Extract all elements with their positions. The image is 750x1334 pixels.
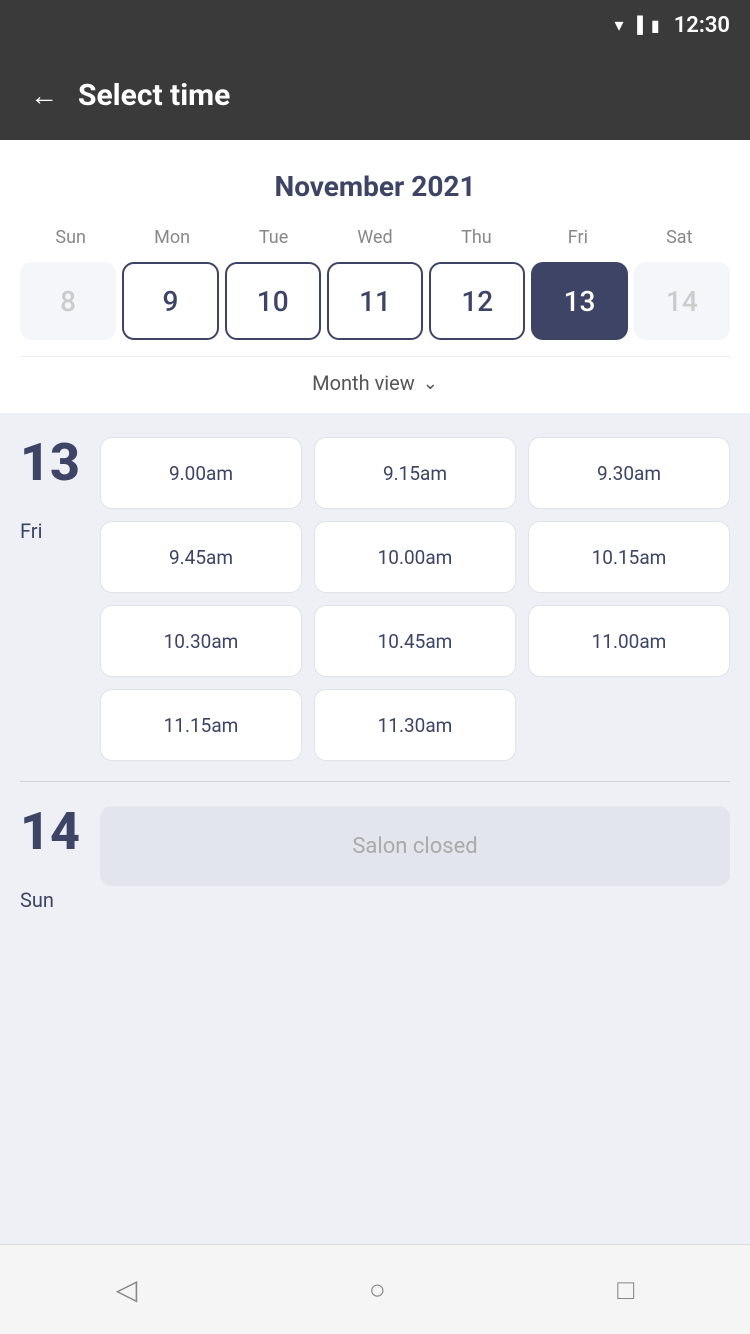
recent-nav-button[interactable]: □ bbox=[617, 1273, 634, 1306]
day-block-14: 14 Sun Salon closed bbox=[20, 782, 730, 932]
date-cell-8: 8 bbox=[20, 262, 116, 340]
calendar-section: November 2021 SunMonTueWedThuFriSat 8910… bbox=[0, 140, 750, 413]
dow-cell: Sat bbox=[629, 223, 730, 252]
month-title: November 2021 bbox=[20, 160, 730, 223]
time-slot[interactable]: 9.45am bbox=[100, 521, 302, 593]
time-slot[interactable]: 11.30am bbox=[314, 689, 516, 761]
day-content-14: 14 Sun Salon closed bbox=[20, 806, 730, 912]
time-slot[interactable]: 10.15am bbox=[528, 521, 730, 593]
app-header: ← Select time bbox=[0, 50, 750, 140]
date-cell-12[interactable]: 12 bbox=[429, 262, 525, 340]
wifi-icon: ▾ bbox=[615, 15, 624, 36]
time-slot[interactable]: 10.00am bbox=[314, 521, 516, 593]
back-nav-button[interactable]: ◁ bbox=[116, 1273, 138, 1306]
days-of-week-row: SunMonTueWedThuFriSat bbox=[20, 223, 730, 252]
time-section: 13 Fri 9.00am9.15am9.30am9.45am10.00am10… bbox=[0, 413, 750, 1244]
time-slot[interactable]: 10.30am bbox=[100, 605, 302, 677]
time-slot[interactable]: 9.15am bbox=[314, 437, 516, 509]
back-button[interactable]: ← bbox=[30, 79, 58, 112]
date-cell-9[interactable]: 9 bbox=[122, 262, 218, 340]
dow-cell: Thu bbox=[426, 223, 527, 252]
day-label-14: 14 Sun bbox=[20, 806, 80, 912]
dow-cell: Fri bbox=[527, 223, 628, 252]
bottom-nav: ◁ ○ □ bbox=[0, 1244, 750, 1334]
time-grid-13: 9.00am9.15am9.30am9.45am10.00am10.15am10… bbox=[100, 437, 730, 761]
month-view-toggle[interactable]: Month view ⌄ bbox=[20, 356, 730, 413]
month-view-label: Month view bbox=[312, 371, 415, 395]
battery-icon: ▮ bbox=[651, 16, 660, 35]
salon-closed-message: Salon closed bbox=[100, 806, 730, 886]
dow-cell: Tue bbox=[223, 223, 324, 252]
dow-cell: Wed bbox=[324, 223, 425, 252]
signal-icon: ▐ bbox=[632, 15, 643, 35]
day-number-14: 14 bbox=[20, 806, 80, 858]
date-cell-11[interactable]: 11 bbox=[327, 262, 423, 340]
day-number-13: 13 bbox=[20, 437, 80, 489]
home-nav-button[interactable]: ○ bbox=[369, 1273, 386, 1306]
time-slot[interactable]: 11.00am bbox=[528, 605, 730, 677]
chevron-down-icon: ⌄ bbox=[423, 373, 438, 394]
time-slot[interactable]: 9.30am bbox=[528, 437, 730, 509]
dow-cell: Sun bbox=[20, 223, 121, 252]
day-name-fri: Fri bbox=[20, 519, 42, 543]
time-slot[interactable]: 11.15am bbox=[100, 689, 302, 761]
date-cell-13[interactable]: 13 bbox=[531, 262, 627, 340]
day-content-13: 13 Fri 9.00am9.15am9.30am9.45am10.00am10… bbox=[20, 437, 730, 761]
dow-cell: Mon bbox=[121, 223, 222, 252]
page-title: Select time bbox=[78, 78, 230, 113]
time-slot[interactable]: 10.45am bbox=[314, 605, 516, 677]
status-bar: ▾ ▐ ▮ 12:30 bbox=[0, 0, 750, 50]
status-time: 12:30 bbox=[674, 13, 730, 38]
day-name-sun: Sun bbox=[20, 888, 54, 912]
date-cell-14: 14 bbox=[634, 262, 730, 340]
day-block-13: 13 Fri 9.00am9.15am9.30am9.45am10.00am10… bbox=[20, 413, 730, 781]
date-row: 891011121314 bbox=[20, 262, 730, 356]
day-label-13: 13 Fri bbox=[20, 437, 80, 543]
time-slot[interactable]: 9.00am bbox=[100, 437, 302, 509]
date-cell-10[interactable]: 10 bbox=[225, 262, 321, 340]
